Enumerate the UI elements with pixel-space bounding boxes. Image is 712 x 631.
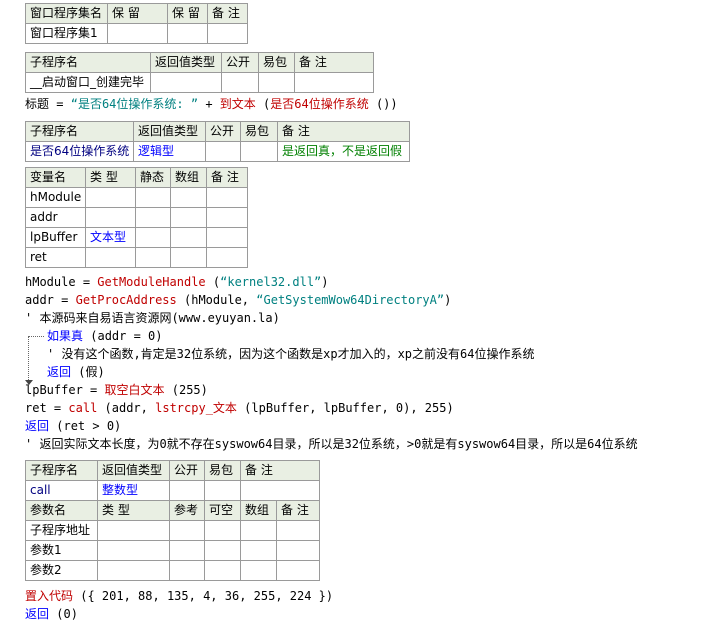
table-row[interactable]: ret [25,247,248,268]
code-comment-3[interactable]: ' 返回实际文本长度，为0就不存在syswow64目录，所以是32位系统，>0就… [25,435,638,453]
notes-cell[interactable]: 是返回真，不是返回假 [277,141,410,162]
return-type-cell[interactable]: 整数型 [97,480,170,501]
col-notes: 备 注 [294,52,374,73]
sub-startup-table: 子程序名 返回值类型 公开 易包 备 注 __启动窗口_创建完毕 [25,52,374,93]
col-array: 数组 [170,167,207,188]
table-row[interactable]: hModule [25,187,248,208]
col-sub-name: 子程序名 [25,52,151,73]
easy-pkg-cell[interactable] [204,480,241,501]
col-array: 数组 [240,500,277,521]
table-row[interactable]: 参数2 [25,560,321,581]
sub-is64-table: 子程序名 返回值类型 公开 易包 备 注 是否64位操作系统 逻辑型 是返回真，… [25,121,410,162]
col-notes: 备 注 [206,167,248,188]
notes-cell[interactable] [207,23,248,44]
col-nullable: 可空 [204,500,241,521]
reserved-cell-1[interactable] [107,23,168,44]
col-assembly-name: 窗口程序集名 [25,3,108,24]
easy-pkg-cell[interactable] [258,72,295,93]
sub-name-cell[interactable]: call [25,480,98,501]
public-cell[interactable] [221,72,259,93]
col-type: 类 型 [97,500,170,521]
col-type: 类 型 [85,167,136,188]
sub-name-cell[interactable]: __启动窗口_创建完毕 [25,72,151,93]
if-block-bracket-top [28,336,44,337]
col-reserved-1: 保 留 [107,3,168,24]
col-sub-name: 子程序名 [25,121,134,142]
table-row[interactable]: 参数1 [25,540,321,561]
col-easy-pkg: 易包 [258,52,295,73]
code-line-7[interactable]: lpBuffer = 取空白文本 (255) [25,381,208,399]
return-type-cell[interactable] [150,72,222,93]
notes-cell[interactable] [294,72,374,93]
table-row[interactable]: 子程序地址 [25,520,321,541]
public-cell[interactable] [169,480,205,501]
easy-pkg-cell[interactable] [240,141,278,162]
public-cell[interactable] [205,141,241,162]
code-line-return-0[interactable]: 返回 (0) [25,605,78,623]
table-row[interactable]: addr [25,207,248,228]
code-line-2[interactable]: addr = GetProcAddress (hModule, “GetSyst… [25,291,451,309]
col-return-type: 返回值类型 [133,121,206,142]
code-line-inline-code[interactable]: 置入代码 ({ 201, 88, 135, 4, 36, 255, 224 }) [25,587,333,605]
code-comment-1[interactable]: ' 本源码来自易语言资源网(www.eyuyan.la) [25,309,280,327]
col-notes: 备 注 [207,3,248,24]
col-public: 公开 [205,121,241,142]
return-type-cell[interactable]: 逻辑型 [133,141,206,162]
col-easy-pkg: 易包 [204,460,241,481]
col-static: 静态 [135,167,171,188]
col-notes: 备 注 [275,500,321,521]
sub-name-cell[interactable]: 是否64位操作系统 [25,141,134,162]
col-reserved-2: 保 留 [167,3,208,24]
local-vars-table: 变量名 类 型 静态 数组 备 注 hModule addr lpBuffer … [25,167,248,268]
code-line-return-false[interactable]: 返回 (假) [47,363,105,381]
code-comment-2[interactable]: ' 没有这个函数,肯定是32位系统，因为这个函数是xp才加入的，xp之前没有64… [47,345,534,363]
table-row[interactable]: lpBuffer 文本型 [25,227,248,248]
if-block-bracket [28,336,29,384]
col-easy-pkg: 易包 [240,121,278,142]
col-sub-name: 子程序名 [25,460,98,481]
assembly-name-cell[interactable]: 窗口程序集1 [25,23,108,44]
notes-cell[interactable] [239,480,321,501]
col-reference: 参考 [169,500,205,521]
col-notes: 备 注 [277,121,410,142]
code-line-return-ret[interactable]: 返回 (ret > 0) [25,417,121,435]
code-line-title[interactable]: 标题 = “是否64位操作系统: ” + 到文本 (是否64位操作系统 ()) [25,95,398,113]
sub-call-table: 子程序名 返回值类型 公开 易包 备 注 call 整数型 参数名 类 型 参考… [25,460,321,581]
col-notes: 备 注 [239,460,321,481]
col-public: 公开 [221,52,259,73]
col-var-name: 变量名 [25,167,86,188]
col-return-type: 返回值类型 [150,52,222,73]
assembly-table: 窗口程序集名 保 留 保 留 备 注 窗口程序集1 [25,3,248,44]
code-line-if[interactable]: 如果真 (addr = 0) [47,327,163,345]
code-line-8[interactable]: ret = call (addr, lstrcpy_文本 (lpBuffer, … [25,399,454,417]
col-param-name: 参数名 [25,500,98,521]
col-public: 公开 [169,460,205,481]
col-return-type: 返回值类型 [97,460,170,481]
reserved-cell-2[interactable] [167,23,208,44]
code-line-1[interactable]: hModule = GetModuleHandle (“kernel32.dll… [25,273,329,291]
